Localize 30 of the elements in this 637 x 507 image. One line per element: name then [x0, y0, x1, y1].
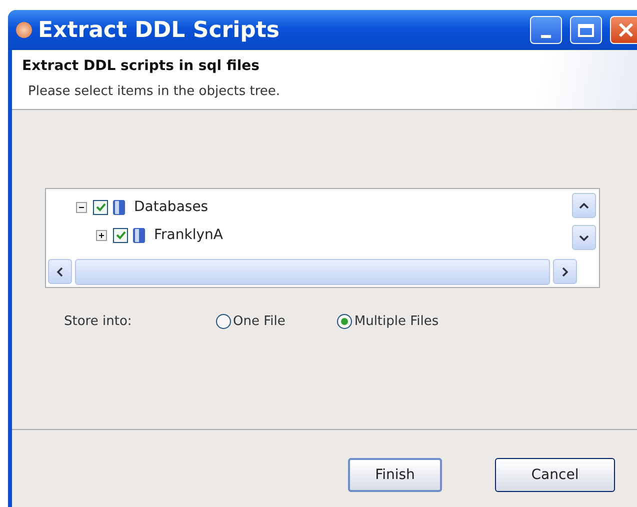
scroll-right-button[interactable] [553, 259, 577, 284]
radio-option[interactable]: One File [216, 314, 286, 329]
expander-icon[interactable] [76, 202, 87, 212]
checkbox[interactable] [93, 200, 108, 214]
chevron-down-icon [579, 234, 589, 240]
window-title: Extract DDL Scripts [38, 18, 280, 42]
scroll-left-button[interactable] [48, 259, 72, 284]
tree-item[interactable]: FranklynA [154, 227, 223, 243]
page-title: Extract DDL scripts in sql files [22, 58, 260, 74]
chevron-up-icon [579, 202, 589, 208]
page-description: Please select items in the objects tree. [27, 84, 282, 99]
chevron-right-icon [562, 266, 568, 276]
minimize-button[interactable] [530, 16, 562, 44]
close-icon [616, 20, 636, 40]
scroll-up-button[interactable] [572, 193, 596, 218]
maximize-button[interactable] [570, 16, 602, 44]
database-icon [132, 226, 146, 244]
app-icon [16, 22, 32, 38]
scroll-thumb[interactable] [75, 259, 550, 285]
expander-icon[interactable] [96, 230, 107, 240]
tree-item[interactable]: Databases [134, 199, 208, 215]
finish-button[interactable]: Finish [348, 458, 442, 492]
close-button[interactable] [610, 16, 637, 44]
cancel-button[interactable]: Cancel [495, 458, 615, 492]
database-icon [112, 198, 126, 216]
chevron-left-icon [57, 266, 63, 276]
radio-option[interactable]: Multiple Files [337, 314, 439, 329]
scroll-down-button[interactable] [572, 225, 596, 250]
checkbox[interactable] [113, 228, 128, 242]
store-into-label: Store into: [64, 314, 133, 329]
